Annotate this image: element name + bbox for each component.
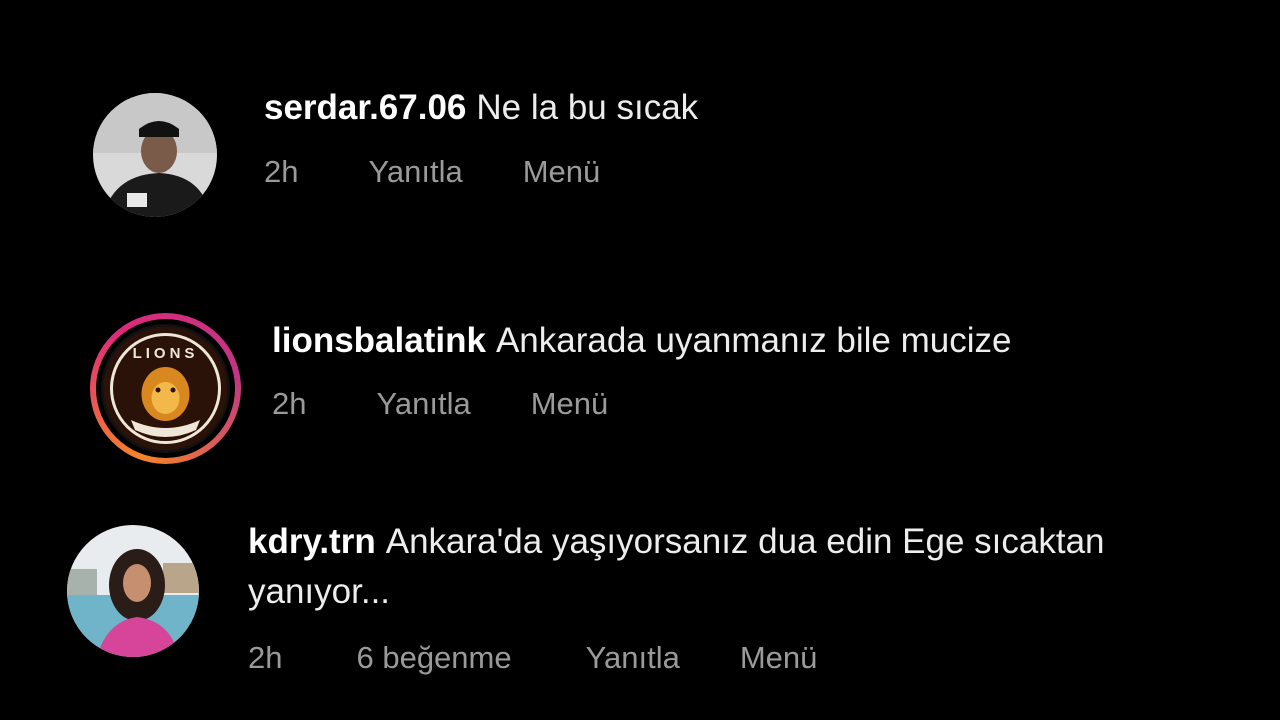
avatar[interactable]: LIONS xyxy=(101,324,230,453)
avatar[interactable] xyxy=(67,525,199,657)
comment-body: yanıyor... xyxy=(248,572,391,611)
timestamp: 2h xyxy=(272,386,307,421)
menu-button[interactable]: Menü xyxy=(740,640,818,676)
logo-text: LIONS xyxy=(133,345,199,362)
comment-text-continued: yanıyor... xyxy=(248,566,390,618)
comment-body: Ankara'da yaşıyorsanız dua edin Ege sıca… xyxy=(385,522,1105,561)
timestamp: 2h xyxy=(248,640,283,675)
reply-button[interactable]: Yanıtla xyxy=(586,640,680,676)
username[interactable]: kdry.trn xyxy=(248,522,376,561)
reply-button[interactable]: Yanıtla xyxy=(376,386,470,422)
likes-count[interactable]: 6 beğenme xyxy=(356,640,511,676)
comment-text: lionsbalatink Ankarada uyanmanız bile muc… xyxy=(272,315,1012,367)
reply-button[interactable]: Yanıtla xyxy=(368,154,462,190)
comment-text: kdry.trn Ankara'da yaşıyorsanız dua edin … xyxy=(248,516,1105,568)
avatar[interactable] xyxy=(93,93,217,217)
lions-logo-image: LIONS xyxy=(103,326,228,451)
comment-text: serdar.67.06 Ne la bu sıcak xyxy=(264,82,698,134)
user-photo xyxy=(93,93,217,217)
comment-actions: 2h Yanıtla Menü xyxy=(264,154,660,190)
timestamp: 2h xyxy=(264,154,299,189)
comment-actions: 2h Yanıtla Menü xyxy=(272,386,668,422)
username[interactable]: serdar.67.06 xyxy=(264,88,466,127)
username[interactable]: lionsbalatink xyxy=(272,321,486,360)
comment-actions: 2h 6 beğenme Yanıtla Menü xyxy=(248,640,877,676)
menu-button[interactable]: Menü xyxy=(531,386,609,422)
comment-body: Ankarada uyanmanız bile mucize xyxy=(495,321,1012,360)
comment-body: Ne la bu sıcak xyxy=(476,88,699,127)
menu-button[interactable]: Menü xyxy=(523,154,601,190)
user-photo xyxy=(67,525,199,657)
